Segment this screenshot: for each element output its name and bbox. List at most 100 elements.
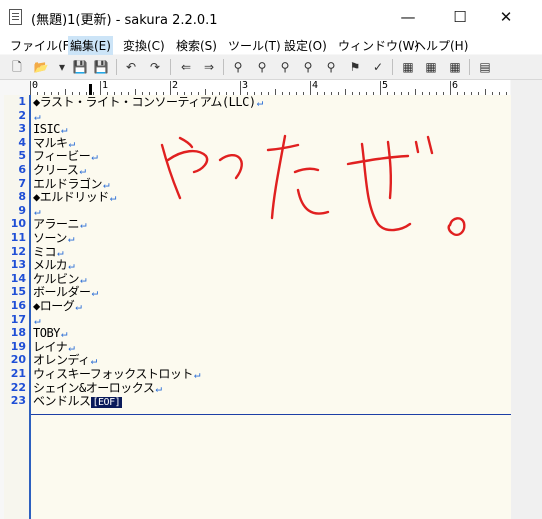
line-number: 21 bbox=[10, 367, 26, 380]
newline-mark: ↵ bbox=[155, 381, 162, 395]
line-content: ◆ラスト・ライト・コンソーティアム(LLC) bbox=[33, 95, 256, 109]
title-bar: (無題)1(更新) - sakura 2.2.0.1 — ☐ ✕ bbox=[0, 0, 542, 34]
line-content: ボールダー bbox=[33, 285, 91, 300]
newline-mark: ↵ bbox=[68, 259, 75, 273]
toolbar-separator bbox=[469, 59, 470, 75]
handwritten-annotation bbox=[160, 134, 466, 236]
newline-mark: ↵ bbox=[34, 204, 41, 218]
back-icon[interactable]: ⇐ bbox=[177, 58, 195, 76]
line-content: ◆エルドリッド bbox=[33, 190, 109, 205]
menu-help[interactable]: ヘルプ(H) bbox=[412, 36, 470, 55]
replace-icon[interactable]: ⚲ bbox=[299, 58, 317, 76]
ruler-number: 5 bbox=[382, 80, 389, 91]
toolbar: 🗋 📂 ▾ 💾 💾 ↶ ↷ ⇐ ⇒ ⚲ ⚲ ⚲ ⚲ ⚲ ⚑ ✓ ▦ ▦ ▦ ▤ bbox=[0, 55, 542, 80]
close-button[interactable]: ✕ bbox=[484, 0, 528, 34]
settings-icon[interactable]: ▤ bbox=[476, 58, 494, 76]
line-number: 4 bbox=[18, 135, 26, 149]
line-number: 20 bbox=[10, 353, 26, 367]
save-icon[interactable]: 💾 bbox=[71, 58, 89, 76]
open-folder-icon[interactable]: 📂 bbox=[32, 58, 50, 76]
stroke-ze-4 bbox=[414, 140, 420, 154]
menu-edit[interactable]: 編集(E) bbox=[68, 36, 113, 55]
dropdown-arrow-icon[interactable]: ▾ bbox=[53, 58, 71, 76]
newline-mark: ↵ bbox=[75, 300, 82, 313]
outline-icon[interactable]: ▦ bbox=[399, 58, 417, 76]
ruler-tick bbox=[450, 81, 451, 95]
right-margin bbox=[511, 80, 542, 519]
line-content: マルキ bbox=[33, 135, 68, 150]
maximize-button[interactable]: ☐ bbox=[438, 0, 482, 34]
ruler: 0 1 2 3 4 5 6 bbox=[30, 80, 510, 96]
menu-tools[interactable]: ツール(T) bbox=[226, 36, 283, 55]
bookmark-icon[interactable]: ⚑ bbox=[346, 58, 364, 76]
stroke-ze-3 bbox=[386, 140, 393, 200]
ruler-tick bbox=[170, 81, 171, 95]
line-content: シェイン&オーロックス bbox=[33, 380, 155, 395]
search-prev-icon[interactable]: ⚲ bbox=[276, 58, 294, 76]
ruler-number: 4 bbox=[312, 80, 319, 91]
menu-settings[interactable]: 設定(O) bbox=[282, 36, 329, 55]
save-all-icon[interactable]: 💾 bbox=[92, 58, 110, 76]
newline-mark: ↵ bbox=[60, 123, 68, 137]
stroke-tsu bbox=[218, 154, 243, 180]
toolbar-separator bbox=[392, 59, 393, 75]
line-content: ◆ローグ bbox=[33, 299, 75, 313]
forward-icon[interactable]: ⇒ bbox=[200, 58, 218, 76]
stroke-ya-2 bbox=[166, 149, 209, 174]
undo-icon[interactable]: ↶ bbox=[122, 58, 140, 76]
line-number: 11 bbox=[10, 231, 26, 244]
search-icon[interactable]: ⚲ bbox=[229, 58, 247, 76]
newline-mark: ↵ bbox=[80, 218, 87, 232]
newline-mark: ↵ bbox=[79, 164, 86, 177]
stroke-ta-3 bbox=[293, 167, 320, 174]
editor-line: 12 ミコ↵ bbox=[11, 244, 531, 259]
newline-mark: ↵ bbox=[34, 313, 41, 327]
eof-marker: [EOF] bbox=[90, 397, 123, 409]
line-number: 18 bbox=[10, 326, 26, 340]
newline-mark: ↵ bbox=[68, 136, 76, 150]
stroke-ze-1 bbox=[346, 154, 410, 166]
tag-jump-icon[interactable]: ▦ bbox=[446, 58, 464, 76]
line-content: フィービー bbox=[33, 149, 91, 164]
newline-mark: ↵ bbox=[193, 368, 201, 381]
newline-mark: ↵ bbox=[109, 191, 117, 205]
line-number: 8 bbox=[18, 190, 26, 204]
editor-line: 17 ↵ bbox=[11, 313, 531, 327]
stroke-period bbox=[447, 217, 466, 236]
editor-line: 15 ボールダー↵ bbox=[11, 285, 531, 300]
grep-icon[interactable]: ✓ bbox=[369, 58, 387, 76]
menu-window[interactable]: ウィンドウ(W) bbox=[336, 36, 421, 55]
line-number: 7 bbox=[18, 176, 26, 190]
editor-line: 20 オレンディ↵ bbox=[11, 353, 531, 368]
line-content: ミコ bbox=[33, 244, 57, 259]
toolbar-separator bbox=[116, 59, 117, 75]
editor-line: 19 レイナ↵ bbox=[11, 340, 531, 354]
ruler-tick bbox=[310, 81, 311, 95]
menu-convert[interactable]: 変換(C) bbox=[121, 36, 167, 55]
editor-line: 22 シェイン&オーロックス↵ bbox=[11, 380, 531, 395]
clear-icon[interactable]: ⚲ bbox=[322, 58, 340, 76]
compare-icon[interactable]: ▦ bbox=[422, 58, 440, 76]
editor-line: 13 メルカ↵ bbox=[11, 258, 531, 273]
line-content: ISIC bbox=[33, 122, 60, 137]
line-content: エルドラゴン bbox=[33, 176, 103, 191]
line-number: 23 bbox=[10, 394, 26, 408]
ruler-number: 1 bbox=[102, 80, 109, 91]
redo-icon[interactable]: ↷ bbox=[146, 58, 164, 76]
minimize-button[interactable]: — bbox=[386, 0, 430, 34]
line-content: オレンディ bbox=[33, 353, 90, 368]
editor-line: 16 ◆ローグ↵ bbox=[11, 299, 531, 313]
newline-mark: ↵ bbox=[90, 354, 98, 368]
new-file-icon[interactable]: 🗋 bbox=[8, 58, 26, 76]
search-next-icon[interactable]: ⚲ bbox=[253, 58, 271, 76]
line-number: 16 bbox=[10, 299, 26, 312]
editor-line: 1 ◆ラスト・ライト・コンソーティアム(LLC)↵ bbox=[18, 95, 531, 109]
menu-file[interactable]: ファイル(F) bbox=[8, 36, 76, 55]
ruler-tick bbox=[380, 81, 381, 95]
line-number: 5 bbox=[18, 149, 26, 163]
newline-mark: ↵ bbox=[80, 272, 87, 286]
newline-mark: ↵ bbox=[57, 245, 64, 259]
menu-search[interactable]: 検索(S) bbox=[174, 36, 219, 55]
newline-mark: ↵ bbox=[91, 150, 98, 164]
editor-line: 21 ウィスキーフォックストロット↵ bbox=[11, 367, 531, 381]
